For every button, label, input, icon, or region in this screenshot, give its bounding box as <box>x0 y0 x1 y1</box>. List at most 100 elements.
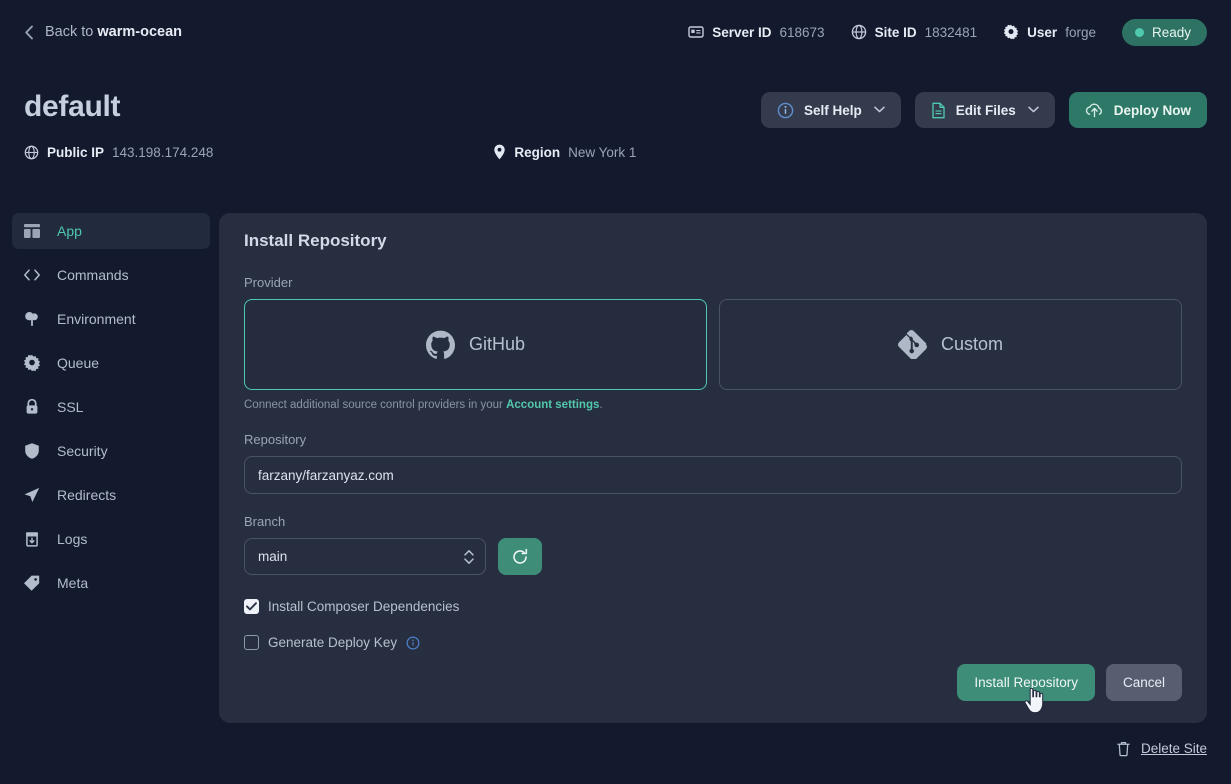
region-label: Region <box>514 144 561 160</box>
cancel-button[interactable]: Cancel <box>1105 664 1182 701</box>
repository-input[interactable] <box>244 456 1182 494</box>
cloud-upload-icon <box>1085 102 1104 118</box>
generate-deploy-key-checkbox[interactable] <box>244 635 259 650</box>
chevron-down-icon <box>873 105 885 116</box>
sidebar-item-label: Redirects <box>57 487 117 503</box>
status-badge[interactable]: Ready <box>1121 18 1207 46</box>
hint-suffix: . <box>599 399 603 411</box>
status-label: Ready <box>1151 24 1191 40</box>
gear-icon <box>23 354 41 372</box>
archive-icon <box>23 530 41 548</box>
sidebar-item-redirects[interactable]: Redirects <box>12 477 210 513</box>
edit-files-label: Edit Files <box>955 102 1016 118</box>
back-link[interactable]: Back to warm-ocean <box>24 24 182 40</box>
provider-label-custom: Custom <box>940 334 1003 354</box>
server-id-icon <box>688 24 704 40</box>
top-bar: Back to warm-ocean Server ID 618673 Site… <box>0 0 1231 64</box>
hint-prefix: Connect additional source control provid… <box>244 399 507 411</box>
info-circle-icon[interactable] <box>406 636 420 650</box>
code-icon <box>23 266 41 284</box>
sidebar-item-label: Meta <box>57 575 89 591</box>
self-help-label: Self Help <box>803 102 862 118</box>
back-target: warm-ocean <box>97 24 183 40</box>
edit-files-button[interactable]: Edit Files <box>914 92 1055 128</box>
provider-options: GitHub Custom <box>244 299 1182 390</box>
sidebar-item-meta[interactable]: Meta <box>12 565 210 601</box>
shield-icon <box>23 442 41 460</box>
page-title: default <box>24 90 121 123</box>
deploy-now-button[interactable]: Deploy Now <box>1068 92 1207 128</box>
install-composer-label: Install Composer Dependencies <box>268 599 460 614</box>
generate-deploy-key-row[interactable]: Generate Deploy Key <box>244 635 1207 650</box>
trash-icon <box>1116 740 1131 757</box>
info-circle-icon <box>777 102 794 119</box>
public-ip-item: Public IP 143.198.174.248 <box>24 145 213 160</box>
panel-title: Install Repository <box>244 231 387 250</box>
sidebar-item-label: SSL <box>57 399 84 415</box>
account-settings-link[interactable]: Account settings <box>506 399 599 411</box>
sidebar-item-app[interactable]: App <box>12 213 210 249</box>
generate-deploy-key-label: Generate Deploy Key <box>268 635 398 650</box>
branch-select[interactable]: main <box>244 538 486 575</box>
gear-icon <box>1003 24 1019 40</box>
region-item: Region New York 1 <box>493 144 636 160</box>
header-actions: Self Help Edit Files Deploy Now <box>760 92 1207 128</box>
user-label: User <box>1027 24 1058 40</box>
delete-site-label: Delete Site <box>1140 741 1207 756</box>
provider-label-github: GitHub <box>468 334 526 354</box>
refresh-icon <box>511 548 529 566</box>
sidebar-item-ssl[interactable]: SSL <box>12 389 210 425</box>
region-value: New York 1 <box>568 144 637 160</box>
sidebar-item-label: Logs <box>57 531 88 547</box>
panel-footer-buttons: Install Repository Cancel <box>957 664 1182 701</box>
site-id-label: Site ID <box>874 24 917 40</box>
header-info-line: Public IP 143.198.174.248 Region New Yor… <box>24 144 636 160</box>
chevron-down-icon <box>1027 105 1039 116</box>
install-repository-panel: Install Repository Provider GitHub Custo… <box>219 213 1207 723</box>
lock-icon <box>23 398 41 416</box>
delete-site-link[interactable]: Delete Site <box>1116 740 1207 757</box>
tree-icon <box>23 310 41 328</box>
provider-option-custom[interactable]: Custom <box>719 299 1182 390</box>
site-id-item[interactable]: Site ID 1832481 <box>851 24 977 40</box>
sidebar-item-label: Environment <box>57 311 136 327</box>
branch-select-wrap: main <box>244 538 486 575</box>
branch-row: main <box>244 538 1182 575</box>
install-composer-checkbox[interactable] <box>244 599 259 614</box>
status-dot-icon <box>1134 27 1144 37</box>
git-icon <box>898 330 927 359</box>
deploy-now-label: Deploy Now <box>1113 102 1191 118</box>
install-composer-row[interactable]: Install Composer Dependencies <box>244 599 1207 614</box>
chevron-left-icon <box>24 25 34 40</box>
sidebar-item-queue[interactable]: Queue <box>12 345 210 381</box>
sidebar-item-label: App <box>57 223 82 239</box>
self-help-button[interactable]: Self Help <box>760 92 901 128</box>
user-value: forge <box>1065 24 1096 40</box>
sidebar-item-commands[interactable]: Commands <box>12 257 210 293</box>
branch-value: main <box>258 549 288 564</box>
server-id-item[interactable]: Server ID 618673 <box>688 24 825 40</box>
server-id-value: 618673 <box>779 24 825 40</box>
sidebar-item-security[interactable]: Security <box>12 433 210 469</box>
document-icon <box>931 102 946 119</box>
provider-option-github[interactable]: GitHub <box>244 299 707 390</box>
sidebar-item-label: Security <box>57 443 108 459</box>
back-prefix: Back to <box>45 24 98 40</box>
branch-label: Branch <box>244 514 286 529</box>
server-id-label: Server ID <box>712 24 772 40</box>
sidebar-item-label: Queue <box>57 355 100 371</box>
sidebar-item-logs[interactable]: Logs <box>12 521 210 557</box>
pin-icon <box>493 144 506 160</box>
provider-label: Provider <box>244 275 293 290</box>
public-ip-value: 143.198.174.248 <box>112 144 214 160</box>
tag-icon <box>23 574 41 592</box>
user-item[interactable]: User forge <box>1003 24 1096 40</box>
top-meta-group: Server ID 618673 Site ID 1832481 User fo… <box>688 18 1207 46</box>
refresh-branches-button[interactable] <box>498 538 542 575</box>
provider-hint: Connect additional source control provid… <box>244 399 1207 411</box>
repository-label: Repository <box>244 432 307 447</box>
sidebar: App Commands Environment Queue SSL Secur… <box>12 213 210 609</box>
github-icon <box>425 330 455 359</box>
install-repository-button[interactable]: Install Repository <box>957 664 1095 701</box>
sidebar-item-environment[interactable]: Environment <box>12 301 210 337</box>
